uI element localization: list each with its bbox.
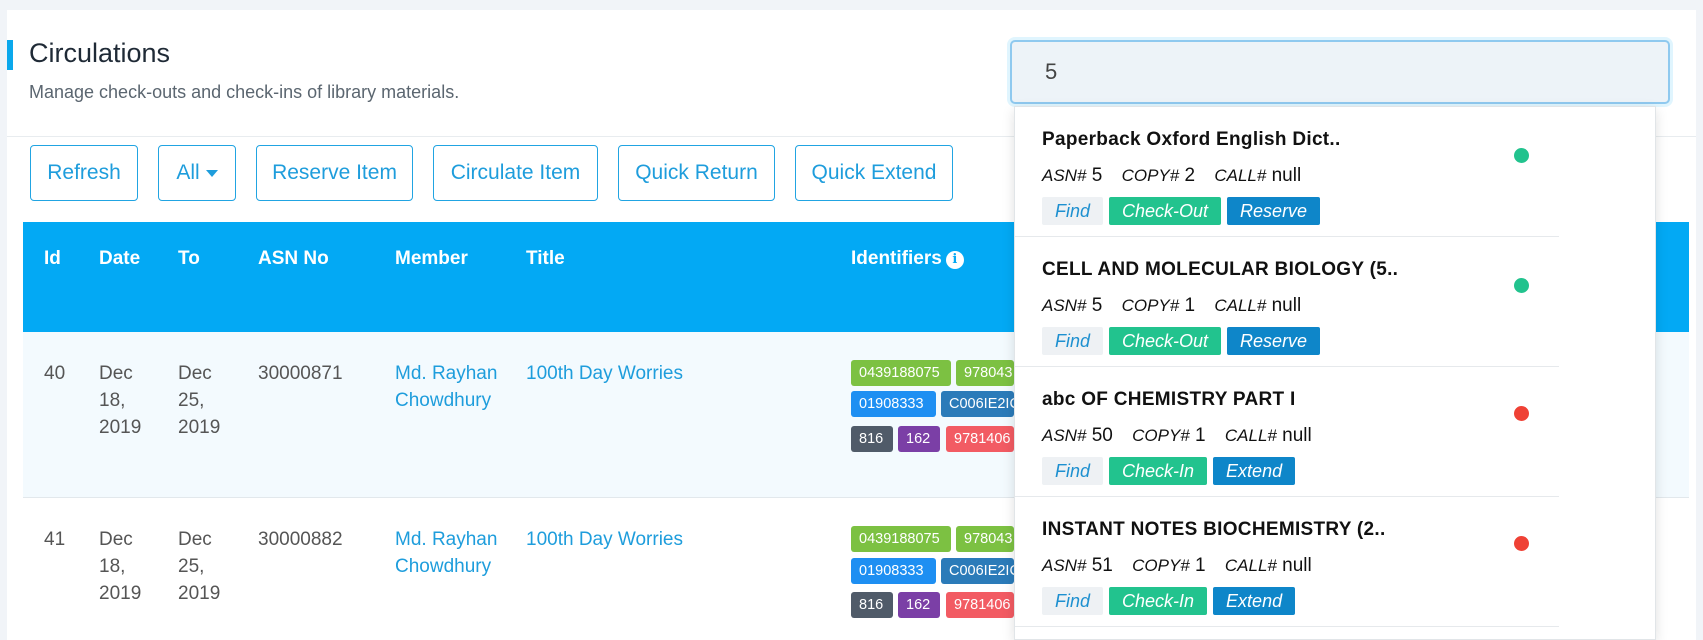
filter-dropdown-label: All bbox=[176, 161, 200, 184]
reserve-item-button[interactable]: Reserve Item bbox=[256, 145, 413, 201]
result-title: CELL AND MOLECULAR BIOLOGY (5.. bbox=[1042, 259, 1399, 280]
find-button[interactable]: Find bbox=[1042, 197, 1104, 225]
extend-button[interactable]: Extend bbox=[1213, 457, 1296, 485]
identifier-badge: C006IE2IC bbox=[941, 558, 1014, 584]
page-subtitle: Manage check-outs and check-ins of libra… bbox=[29, 82, 460, 102]
row-title-link[interactable]: 100th Day Worries bbox=[526, 360, 683, 387]
identifier-badge: 01908333 bbox=[851, 391, 936, 417]
column-header-member[interactable]: Member bbox=[395, 248, 468, 270]
row-date: Dec 18, 2019 bbox=[99, 529, 142, 604]
status-unavailable-dot bbox=[1514, 406, 1529, 421]
reserve-button[interactable]: Reserve bbox=[1227, 197, 1321, 225]
result-title: INSTANT NOTES BIOCHEMISTRY (2.. bbox=[1042, 519, 1386, 540]
row-asn-no: 30000871 bbox=[258, 363, 343, 384]
column-header-id[interactable]: Id bbox=[44, 248, 61, 270]
identifier-badge: 162 bbox=[898, 592, 940, 618]
search-input[interactable]: 5 bbox=[1010, 40, 1670, 104]
identifier-badge: 01908333 bbox=[851, 558, 936, 584]
row-date: Dec 18, 2019 bbox=[99, 363, 142, 438]
column-header-date[interactable]: Date bbox=[99, 248, 140, 270]
identifier-badge: 978043 bbox=[956, 526, 1014, 552]
page-title: Circulations bbox=[29, 38, 171, 68]
result-item[interactable]: abc OF CHEMISTRY PART I ASN# 50 COPY# 1 … bbox=[1015, 367, 1559, 497]
result-meta: ASN# 51 COPY# 1 CALL# null bbox=[1042, 555, 1312, 576]
status-available-dot bbox=[1514, 278, 1529, 293]
column-header-asn-no[interactable]: ASN No bbox=[258, 248, 329, 270]
row-id: 41 bbox=[44, 529, 66, 550]
circulate-item-button[interactable]: Circulate Item bbox=[433, 145, 598, 201]
search-results-dropdown: Paperback Oxford English Dict.. ASN# 5 C… bbox=[1014, 106, 1656, 640]
identifier-badge: 162 bbox=[898, 426, 940, 452]
quick-return-button[interactable]: Quick Return bbox=[618, 145, 775, 201]
row-member-link[interactable]: Md. Rayhan Chowdhury bbox=[395, 360, 497, 414]
header-accent-bar bbox=[7, 40, 13, 70]
result-meta: ASN# 5 COPY# 2 CALL# null bbox=[1042, 165, 1302, 186]
column-header-title[interactable]: Title bbox=[526, 248, 565, 270]
status-unavailable-dot bbox=[1514, 536, 1529, 551]
row-asn-no: 30000882 bbox=[258, 529, 343, 550]
filter-dropdown-button[interactable]: All bbox=[158, 145, 236, 201]
refresh-button[interactable]: Refresh bbox=[30, 145, 138, 201]
result-title: Paperback Oxford English Dict.. bbox=[1042, 129, 1341, 150]
row-member-link[interactable]: Md. Rayhan Chowdhury bbox=[395, 526, 497, 580]
check-out-button[interactable]: Check-Out bbox=[1109, 197, 1222, 225]
extend-button[interactable]: Extend bbox=[1213, 587, 1296, 615]
info-icon[interactable]: i bbox=[945, 250, 964, 269]
identifier-badge: C006IE2IC bbox=[941, 391, 1014, 417]
row-title-link[interactable]: 100th Day Worries bbox=[526, 526, 683, 553]
find-button[interactable]: Find bbox=[1042, 457, 1104, 485]
reserve-button[interactable]: Reserve bbox=[1227, 327, 1321, 355]
identifier-badge: 0439188075 bbox=[851, 360, 951, 386]
identifier-badge: 9781406 bbox=[946, 592, 1014, 618]
result-item[interactable]: Paperback Oxford English Dict.. ASN# 5 C… bbox=[1015, 107, 1559, 237]
result-meta: ASN# 50 COPY# 1 CALL# null bbox=[1042, 425, 1312, 446]
check-in-button[interactable]: Check-In bbox=[1109, 457, 1208, 485]
identifier-badge: 816 bbox=[851, 592, 893, 618]
caret-down-icon bbox=[205, 169, 218, 177]
identifier-badge: 9781406 bbox=[946, 426, 1014, 452]
identifier-badge: 0439188075 bbox=[851, 526, 951, 552]
identifiers-label: Identifiers bbox=[851, 248, 942, 269]
column-header-to[interactable]: To bbox=[178, 248, 200, 270]
status-available-dot bbox=[1514, 148, 1529, 163]
identifier-badge: 816 bbox=[851, 426, 893, 452]
result-item[interactable]: INSTANT NOTES BIOCHEMISTRY (2.. ASN# 51 … bbox=[1015, 497, 1559, 627]
check-in-button[interactable]: Check-In bbox=[1109, 587, 1208, 615]
result-meta: ASN# 5 COPY# 1 CALL# null bbox=[1042, 295, 1302, 316]
result-title: abc OF CHEMISTRY PART I bbox=[1042, 389, 1296, 410]
row-id: 40 bbox=[44, 363, 66, 384]
identifier-badge: 978043 bbox=[956, 360, 1014, 386]
row-to-date: Dec 25, 2019 bbox=[178, 363, 221, 438]
quick-extend-button[interactable]: Quick Extend bbox=[795, 145, 953, 201]
row-to-date: Dec 25, 2019 bbox=[178, 529, 221, 604]
column-header-identifiers[interactable]: Identifiers i bbox=[851, 248, 964, 270]
result-item[interactable]: CELL AND MOLECULAR BIOLOGY (5.. ASN# 5 C… bbox=[1015, 237, 1559, 367]
find-button[interactable]: Find bbox=[1042, 327, 1104, 355]
check-out-button[interactable]: Check-Out bbox=[1109, 327, 1222, 355]
find-button[interactable]: Find bbox=[1042, 587, 1104, 615]
